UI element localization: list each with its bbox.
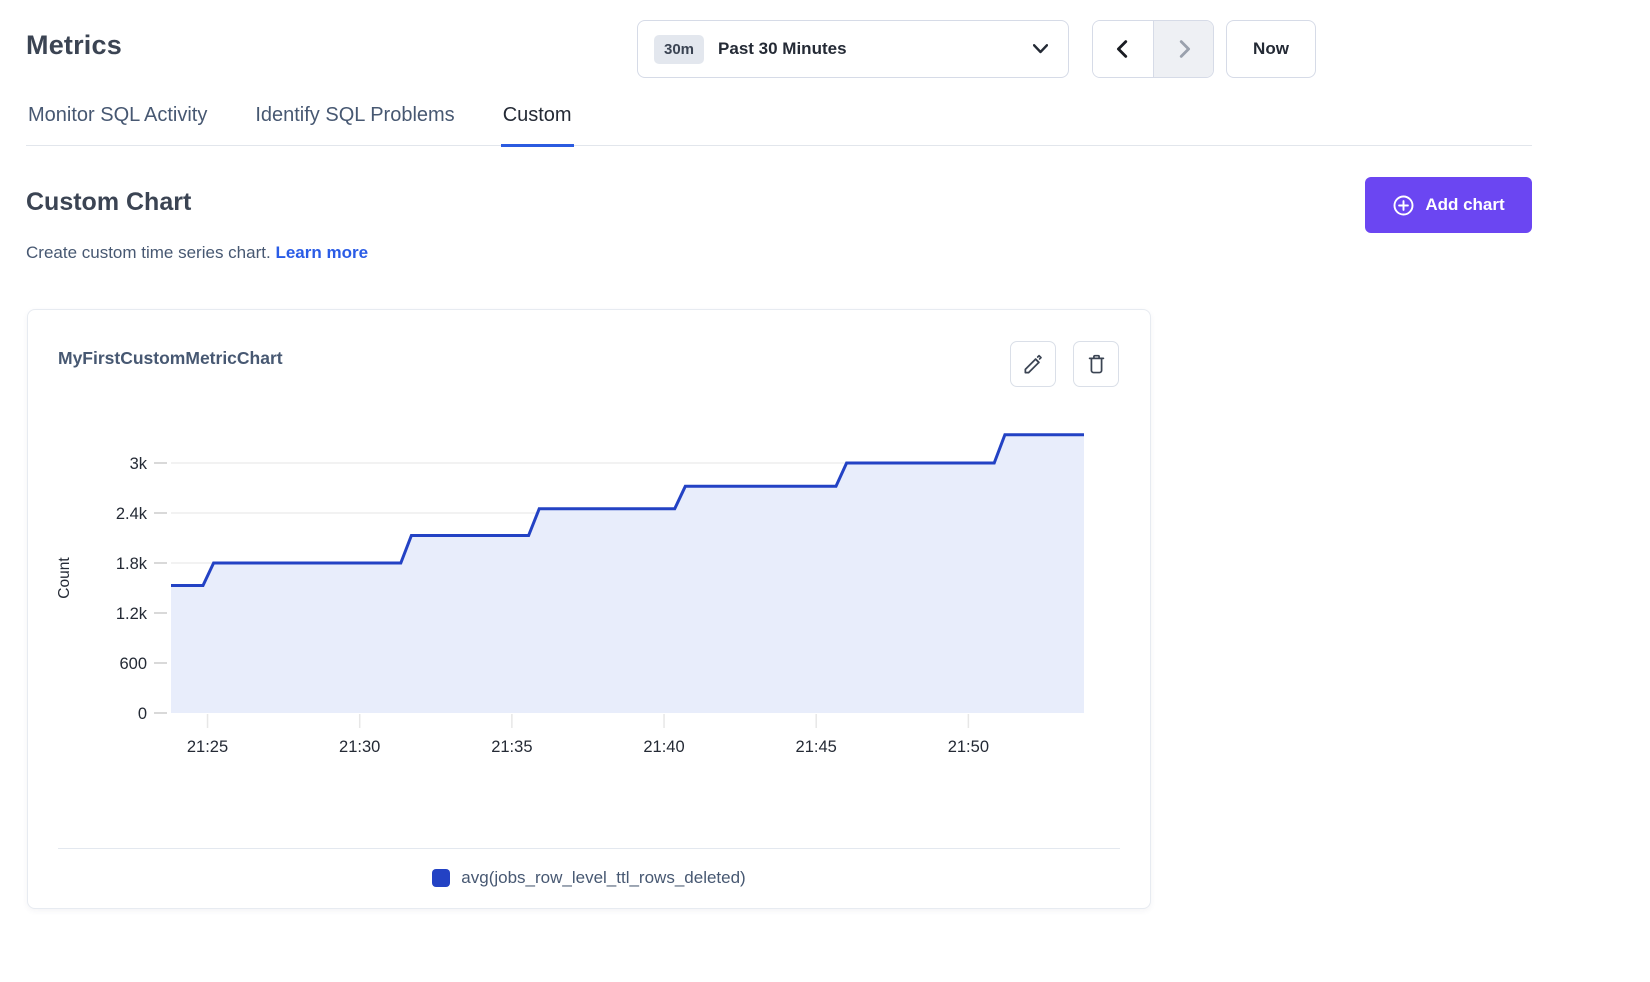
chart-legend[interactable]: avg(jobs_row_level_ttl_rows_deleted) [28, 868, 1150, 888]
svg-text:21:30: 21:30 [339, 738, 380, 756]
time-range-select[interactable]: 30m Past 30 Minutes [637, 20, 1069, 78]
next-time-button[interactable] [1153, 21, 1213, 77]
card-divider [58, 848, 1120, 849]
chevron-right-icon [1173, 37, 1195, 61]
time-range-badge: 30m [654, 35, 704, 64]
learn-more-link[interactable]: Learn more [275, 243, 368, 262]
add-chart-button[interactable]: Add chart [1365, 177, 1532, 233]
legend-swatch [432, 869, 450, 887]
time-range-label: Past 30 Minutes [718, 39, 1033, 59]
page-title: Metrics [26, 30, 122, 61]
section-heading: Custom Chart [26, 188, 191, 217]
svg-text:Count: Count [56, 557, 73, 599]
svg-text:21:40: 21:40 [643, 738, 684, 756]
svg-text:21:45: 21:45 [796, 738, 837, 756]
tab-monitor-sql-activity[interactable]: Monitor SQL Activity [26, 104, 209, 147]
tab-bar: Monitor SQL Activity Identify SQL Proble… [26, 104, 1532, 146]
chevron-left-icon [1112, 37, 1134, 61]
plus-circle-icon [1392, 194, 1415, 217]
svg-text:1.8k: 1.8k [116, 555, 148, 573]
svg-text:21:50: 21:50 [948, 738, 989, 756]
time-nav-group [1092, 20, 1214, 78]
section-description: Create custom time series chart. Learn m… [26, 243, 368, 263]
tab-custom[interactable]: Custom [501, 104, 574, 147]
prev-time-button[interactable] [1093, 21, 1153, 77]
add-chart-label: Add chart [1425, 195, 1504, 215]
chart-title: MyFirstCustomMetricChart [58, 348, 283, 369]
legend-label: avg(jobs_row_level_ttl_rows_deleted) [461, 868, 745, 888]
trash-icon [1085, 353, 1108, 376]
chart-card: MyFirstCustomMetricChart 0 600 1.2k 1.8k 2.4… [27, 309, 1151, 909]
chart-svg: 0 600 1.2k 1.8k 2.4k 3k 21:25 21:30 21:35 21:40 21… [41, 420, 1121, 770]
metric-chart[interactable]: 0 600 1.2k 1.8k 2.4k 3k 21:25 21:30 21:35 21:40 21… [41, 420, 1121, 770]
chevron-down-icon [1033, 44, 1048, 54]
pencil-icon [1022, 353, 1045, 376]
delete-chart-button[interactable] [1073, 341, 1119, 387]
svg-text:21:25: 21:25 [187, 738, 228, 756]
svg-text:600: 600 [119, 655, 147, 673]
svg-text:0: 0 [138, 705, 147, 723]
svg-text:21:35: 21:35 [491, 738, 532, 756]
tab-identify-sql-problems[interactable]: Identify SQL Problems [253, 104, 456, 147]
edit-chart-button[interactable] [1010, 341, 1056, 387]
svg-text:1.2k: 1.2k [116, 605, 148, 623]
section-description-text: Create custom time series chart. [26, 243, 271, 262]
now-button[interactable]: Now [1226, 20, 1316, 78]
svg-text:3k: 3k [130, 455, 148, 473]
svg-text:2.4k: 2.4k [116, 505, 148, 523]
